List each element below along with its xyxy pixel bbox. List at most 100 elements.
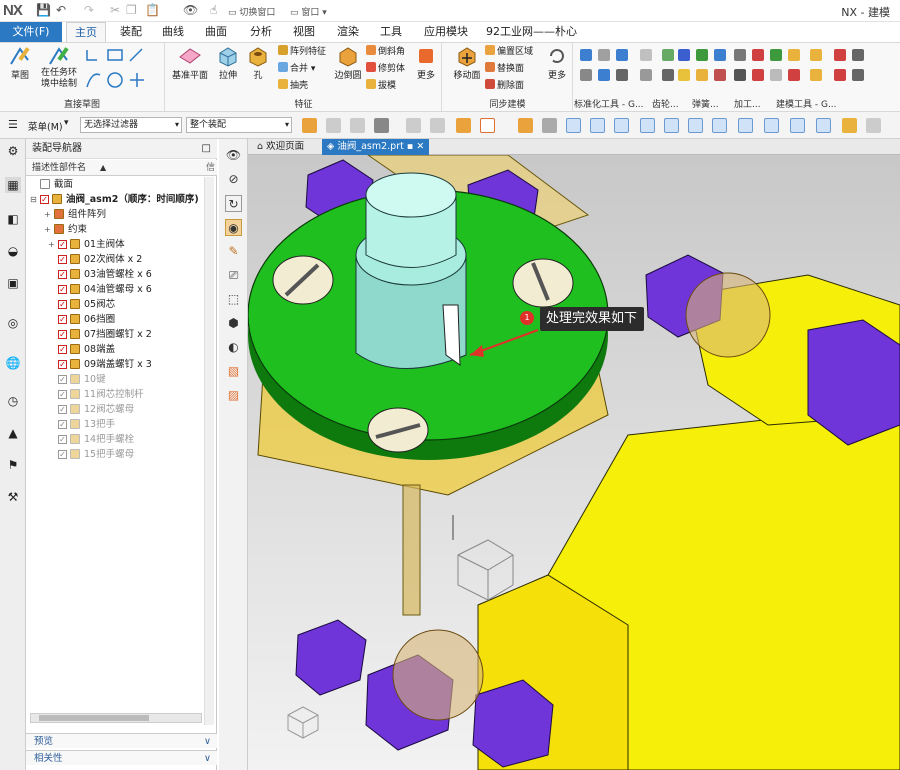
move-face-button[interactable]: 移动面 (449, 45, 485, 81)
tolerance-icon[interactable] (770, 69, 782, 81)
tool8-icon[interactable] (788, 49, 800, 61)
select-link-icon[interactable] (406, 118, 421, 133)
weld-icon[interactable] (696, 69, 708, 81)
tab-render[interactable]: 渲染 (337, 22, 359, 42)
visibility-checkbox[interactable]: ✓ (58, 390, 67, 399)
part-icon[interactable]: ▨ (225, 387, 242, 404)
visibility-checkbox[interactable]: ✓ (58, 450, 67, 459)
select-tree-icon[interactable] (430, 118, 445, 133)
tool9-icon[interactable] (788, 69, 800, 81)
expand-toggle-icon[interactable]: + (44, 222, 51, 237)
fit-icon[interactable]: ⬚ (225, 291, 242, 308)
model-view[interactable] (248, 155, 900, 770)
tab-analysis[interactable]: 分析 (250, 22, 272, 42)
tree-row[interactable]: ✓ 05阀芯 (26, 297, 213, 312)
spring-icon[interactable] (662, 49, 674, 61)
chamfer-button[interactable]: 倒斜角 (366, 45, 405, 59)
offset-region-button[interactable]: 偏置区域 (485, 45, 533, 59)
visibility-checkbox[interactable]: ✓ (58, 435, 67, 444)
gear-icon[interactable] (640, 49, 652, 61)
window-menu[interactable]: ▭ 窗口 ▾ (290, 5, 327, 18)
frame-icon[interactable] (734, 69, 746, 81)
tree-row[interactable]: ✓ 15把手螺母 (26, 447, 213, 462)
visibility-checkbox[interactable]: ✓ (58, 420, 67, 429)
tab-home[interactable]: 主页 (66, 22, 106, 42)
sketch-curve-tools[interactable] (84, 47, 160, 93)
history-icon[interactable]: ◷ (5, 393, 21, 409)
feature-more-button[interactable]: 更多 (412, 45, 440, 81)
tool13-icon[interactable] (834, 69, 846, 81)
eye-icon[interactable]: ◉ (225, 219, 242, 236)
web-browser-icon[interactable]: ◎ (5, 315, 21, 331)
shell-button[interactable]: 抽壳 (278, 79, 308, 93)
tree-row[interactable]: ✓ 02次阀体 x 2 (26, 252, 213, 267)
snap-onface-icon[interactable] (842, 118, 857, 133)
tree-row[interactable]: ⊟ ✓ 油阀_asm2（顺序：时间顺序) (26, 192, 213, 207)
tab-assembly[interactable]: 装配 (120, 22, 142, 42)
snap-mid-icon[interactable] (614, 118, 629, 133)
visibility-checkbox[interactable]: ✓ (58, 315, 67, 324)
settings-icon[interactable]: ⚙ (5, 143, 21, 159)
snap-existing-icon[interactable] (790, 118, 805, 133)
nut-icon[interactable] (580, 69, 592, 81)
edge-blend-button[interactable]: 边倒圆 (328, 45, 368, 81)
tool4-icon[interactable] (714, 69, 726, 81)
snap-oncurve-icon[interactable] (816, 118, 831, 133)
standard-tool-icon[interactable] (580, 49, 592, 61)
tab-view[interactable]: 视图 (293, 22, 315, 42)
check-icon[interactable] (696, 49, 708, 61)
reuse-library-icon[interactable]: ▣ (5, 275, 21, 291)
vertical-scrollbar[interactable] (204, 177, 214, 725)
machining2-icon[interactable] (678, 69, 690, 81)
graphics-window[interactable]: 1 处理完效果如下 (248, 155, 900, 770)
preview-panel[interactable]: 预览 ∨ (26, 733, 217, 748)
group-label-standard[interactable]: 标准化工具 - G... (574, 98, 644, 112)
snap-body-icon[interactable] (542, 118, 557, 133)
system-icon[interactable]: ⚒ (5, 489, 21, 505)
tree-row[interactable]: ✓ 06挡圈 (26, 312, 213, 327)
world-icon[interactable]: 🌐 (5, 355, 21, 371)
tab-file[interactable]: 文件(F) (0, 22, 62, 42)
visibility-checkbox[interactable]: ✓ (58, 330, 67, 339)
hole-button[interactable]: 孔 (240, 45, 276, 81)
tab-92gongye[interactable]: 92工业网——朴心 (486, 22, 577, 42)
cut-icon[interactable]: ✂ (110, 3, 120, 17)
tree-row[interactable]: ✓ 12阀芯螺母 (26, 402, 213, 417)
section-icon[interactable]: ◐ (225, 339, 242, 356)
touch-mode-icon[interactable]: ☝ (210, 3, 217, 17)
snap-center-icon[interactable] (738, 118, 753, 133)
delete-face-button[interactable]: 删除面 (485, 79, 524, 93)
hide-icon[interactable]: ⊘ (225, 171, 242, 188)
paste-icon[interactable]: 📋 (145, 3, 160, 17)
sketch-button[interactable]: 草图 (2, 45, 38, 81)
bolt-icon[interactable] (598, 49, 610, 61)
sync-more-button[interactable]: 更多 (543, 45, 571, 81)
visibility-checkbox[interactable]: ✓ (58, 300, 67, 309)
snap-end-icon[interactable] (590, 118, 605, 133)
tool10-icon[interactable] (810, 49, 822, 61)
expand-toggle-icon[interactable]: + (44, 207, 51, 222)
select-feature-icon[interactable] (326, 118, 341, 133)
filter-icon[interactable] (374, 118, 389, 133)
group-label-gear[interactable]: 齿轮... (652, 98, 679, 112)
tool12-icon[interactable] (834, 49, 846, 61)
tab-applications[interactable]: 应用模块 (424, 22, 468, 42)
maximize-icon[interactable]: □ (202, 139, 211, 159)
pin-icon[interactable] (598, 69, 610, 81)
menu-icon[interactable]: ☰ (8, 118, 18, 131)
snap-control-icon[interactable] (664, 118, 679, 133)
show-hide-icon[interactable]: ⎚ (225, 267, 242, 284)
tool15-icon[interactable] (852, 69, 864, 81)
save-icon[interactable]: 💾 (36, 3, 51, 17)
shaded-icon[interactable]: ⬢ (225, 315, 242, 332)
expand-icon[interactable]: ∨ (204, 734, 211, 749)
part-navigator-icon[interactable]: ◒ (5, 243, 21, 259)
tool6-icon[interactable] (752, 69, 764, 81)
roles-icon[interactable]: ⚑ (5, 457, 21, 473)
nut-ring-2[interactable] (392, 629, 484, 721)
tree-row[interactable]: 截面 (26, 177, 213, 192)
cap-screw-1[interactable] (272, 255, 334, 305)
datum-plane-button[interactable]: 基准平面 (170, 45, 210, 81)
snap-point-icon[interactable] (566, 118, 581, 133)
tree-row[interactable]: ✓ 07挡圈螺钉 x 2 (26, 327, 213, 342)
